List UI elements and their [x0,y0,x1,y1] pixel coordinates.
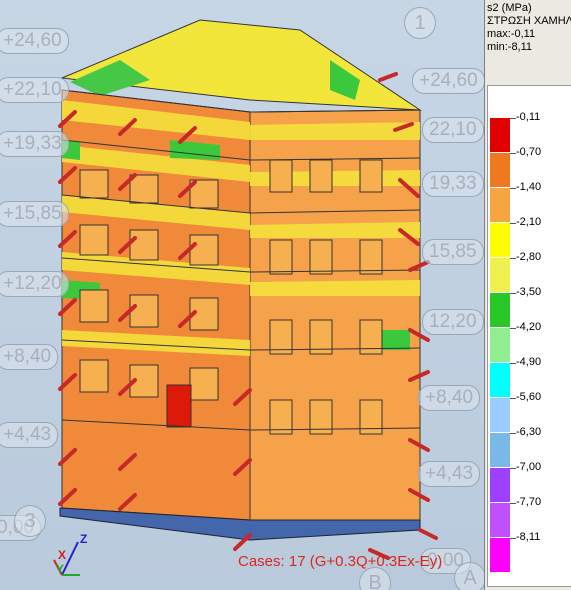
level-label-left: +22,10 [0,77,69,103]
level-label-right: +24,60 [412,68,484,94]
legend-color-swatch [490,153,510,187]
level-label-left: +12,20 [0,271,69,297]
level-label-right: 22,10 [422,117,484,143]
max-stress-zone [166,384,192,428]
legend-color-swatch [490,468,510,502]
legend-header: s2 (MPa) ΣΤΡΩΣΗ ΧΑΜΗΛ max:-0,11 min:-8,1… [487,2,571,54]
legend-color-swatch [490,398,510,432]
grid-axis-marker: 1 [404,7,436,39]
legend-min: min:-8,11 [487,41,533,53]
legend-value: -6,30 [516,426,542,438]
legend-value: -1,40 [516,181,542,193]
triad-z-label: Z [80,532,88,546]
load-case-label: Cases: 17 (G+0.3Q+0.3Ex-Ey) [238,553,443,570]
legend-panel: s2 (MPa) ΣΤΡΩΣΗ ΧΑΜΗΛ max:-0,11 min:-8,1… [484,0,571,590]
legend-color-swatch [490,503,510,537]
legend-color-swatch [490,538,510,572]
legend-color-swatch [490,328,510,362]
level-label-left: +4,43 [0,422,59,448]
legend-color-swatch [490,258,510,292]
level-label-right: 19,33 [422,171,484,197]
legend-color-swatch [490,188,510,222]
legend-value: -4,90 [516,356,542,368]
level-label-right: +8,40 [418,385,481,411]
level-label-right: +4,43 [418,461,481,487]
legend-value: -2,10 [516,216,542,228]
3d-viewport[interactable]: +24,60 +22,10 +19,33 +15,85 +12,20 +8,40… [0,0,484,590]
results-window: +24,60 +22,10 +19,33 +15,85 +12,20 +8,40… [0,0,571,590]
triad-x-label: X [58,548,67,562]
level-label-right: 15,85 [422,239,484,265]
legend-value: -2,80 [516,251,542,263]
legend-value: -0,70 [516,146,542,158]
legend-subtitle: ΣΤΡΩΣΗ ΧΑΜΗΛ [487,15,571,27]
legend-value: -7,70 [516,496,542,508]
grid-axis-marker: 3 [14,505,46,537]
level-label-left: +8,40 [0,344,59,370]
legend-title: s2 (MPa) [487,2,532,14]
grid-axis-marker: A [454,562,484,590]
axis-triad: Z X Y [50,530,100,585]
legend-color-swatch [490,433,510,467]
legend-value: -7,00 [516,461,542,473]
level-label-right: 12,20 [422,309,484,335]
legend-max: max:-0,11 [487,28,536,40]
level-label-left: +19,33 [0,131,69,157]
legend-color-swatch [490,223,510,257]
triad-y-label: Y [56,562,65,576]
building-model[interactable] [0,0,484,590]
level-label-left: +24,60 [0,28,69,54]
level-label-left: +15,85 [0,201,69,227]
legend-scale: -0,11 -0,70 -1,40 -2,10 -2,80 -3,50 -4,20 -4,90… [487,85,571,587]
legend-value: -8,11 [516,531,541,543]
legend-color-swatch [490,118,510,152]
legend-value: -0,11 [516,111,541,123]
legend-value: -3,50 [516,286,542,298]
legend-value: -4,20 [516,321,542,333]
legend-value: -5,60 [516,391,542,403]
legend-color-swatch [490,363,510,397]
legend-color-swatch [490,293,510,327]
